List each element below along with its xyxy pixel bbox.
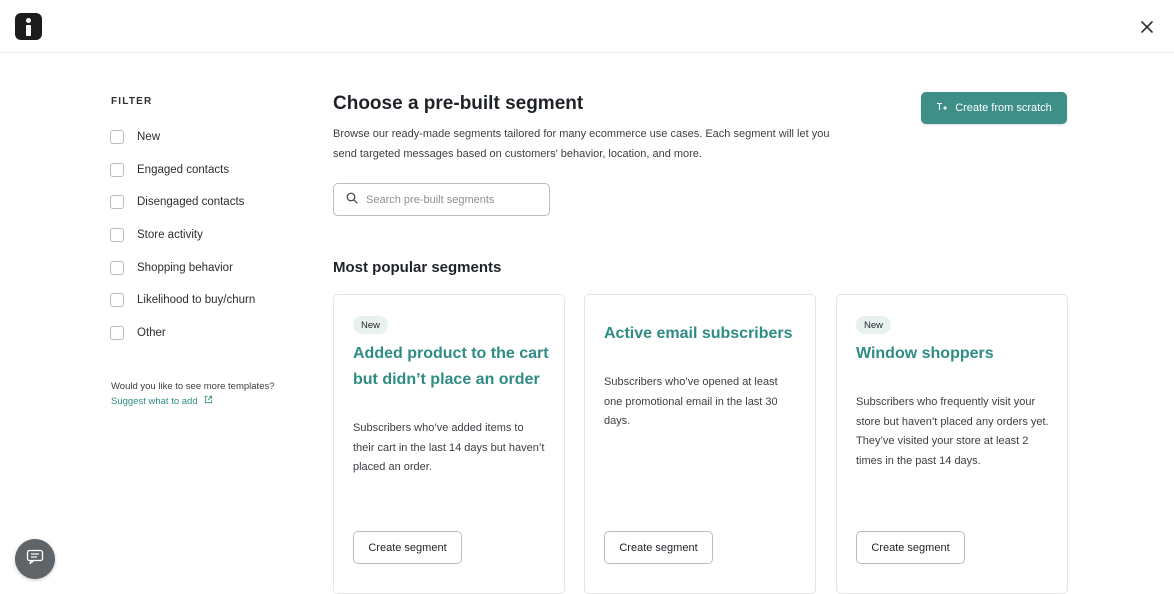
external-link-icon (204, 395, 213, 407)
brand-logo-icon[interactable] (15, 13, 42, 40)
create-from-scratch-button[interactable]: Create from scratch (921, 92, 1067, 124)
more-templates-question: Would you like to see more templates? (111, 381, 275, 392)
filter-item-other[interactable]: Other (110, 317, 255, 350)
card-title: Window shoppers (856, 345, 994, 362)
card-title: Added product to the cart but didn’t pla… (353, 345, 549, 388)
filter-checkbox[interactable] (110, 130, 124, 145)
segment-card: New Window shoppers Subscribers who freq… (836, 294, 1068, 594)
filter-checkbox[interactable] (110, 162, 124, 177)
filter-item-shopping-behavior[interactable]: Shopping behavior (110, 251, 255, 284)
text-plus-icon (936, 102, 948, 115)
suggest-link-label: Suggest what to add (111, 395, 198, 407)
filter-item-disengaged-contacts[interactable]: Disengaged contacts (110, 186, 255, 219)
card-description: Subscribers who’ve added items to their … (353, 422, 545, 474)
search-box[interactable] (333, 183, 550, 216)
chat-bubble-icon (26, 549, 44, 570)
filter-item-store-activity[interactable]: Store activity (110, 219, 255, 252)
filter-checkbox[interactable] (110, 195, 124, 210)
page-description: Browse our ready-made segments tailored … (333, 128, 830, 160)
create-segment-button[interactable]: Create segment (604, 531, 713, 564)
top-bar (0, 0, 1174, 53)
filter-list: New Engaged contacts Disengaged contacts… (110, 121, 255, 349)
filter-item-new[interactable]: New (110, 121, 255, 154)
filter-checkbox[interactable] (110, 260, 124, 275)
create-from-scratch-label: Create from scratch (955, 102, 1052, 114)
segment-card: Active email subscribers Subscribers who… (584, 294, 816, 594)
filter-checkbox[interactable] (110, 325, 124, 340)
chat-button[interactable] (15, 539, 55, 579)
card-description: Subscribers who frequently visit your st… (856, 396, 1049, 468)
filter-item-engaged-contacts[interactable]: Engaged contacts (110, 154, 255, 187)
filter-label: Disengaged contacts (137, 196, 245, 209)
card-title: Active email subscribers (604, 325, 793, 342)
suggest-link[interactable]: Suggest what to add (111, 395, 213, 407)
filter-label: Shopping behavior (137, 261, 233, 274)
create-segment-button[interactable]: Create segment (353, 531, 462, 564)
search-input[interactable] (366, 193, 536, 206)
segment-card: New Added product to the cart but didn’t… (333, 294, 565, 594)
close-icon[interactable] (1136, 16, 1158, 38)
new-badge: New (856, 316, 892, 334)
page-title: Choose a pre-built segment (333, 93, 584, 114)
section-title: Most popular segments (333, 259, 502, 276)
new-badge: New (353, 316, 389, 334)
filter-label: Likelihood to buy/churn (137, 294, 256, 307)
filter-item-likelihood[interactable]: Likelihood to buy/churn (110, 284, 255, 317)
filter-label: New (137, 131, 161, 144)
filter-checkbox[interactable] (110, 293, 124, 308)
card-description: Subscribers who’ve opened at least one p… (604, 376, 778, 428)
filter-label: Store activity (137, 229, 203, 242)
filter-checkbox[interactable] (110, 228, 124, 243)
filter-label: Other (137, 326, 166, 339)
search-icon (346, 191, 358, 209)
create-segment-button[interactable]: Create segment (856, 531, 965, 564)
filter-title: FILTER (111, 96, 153, 107)
filter-label: Engaged contacts (137, 163, 230, 176)
